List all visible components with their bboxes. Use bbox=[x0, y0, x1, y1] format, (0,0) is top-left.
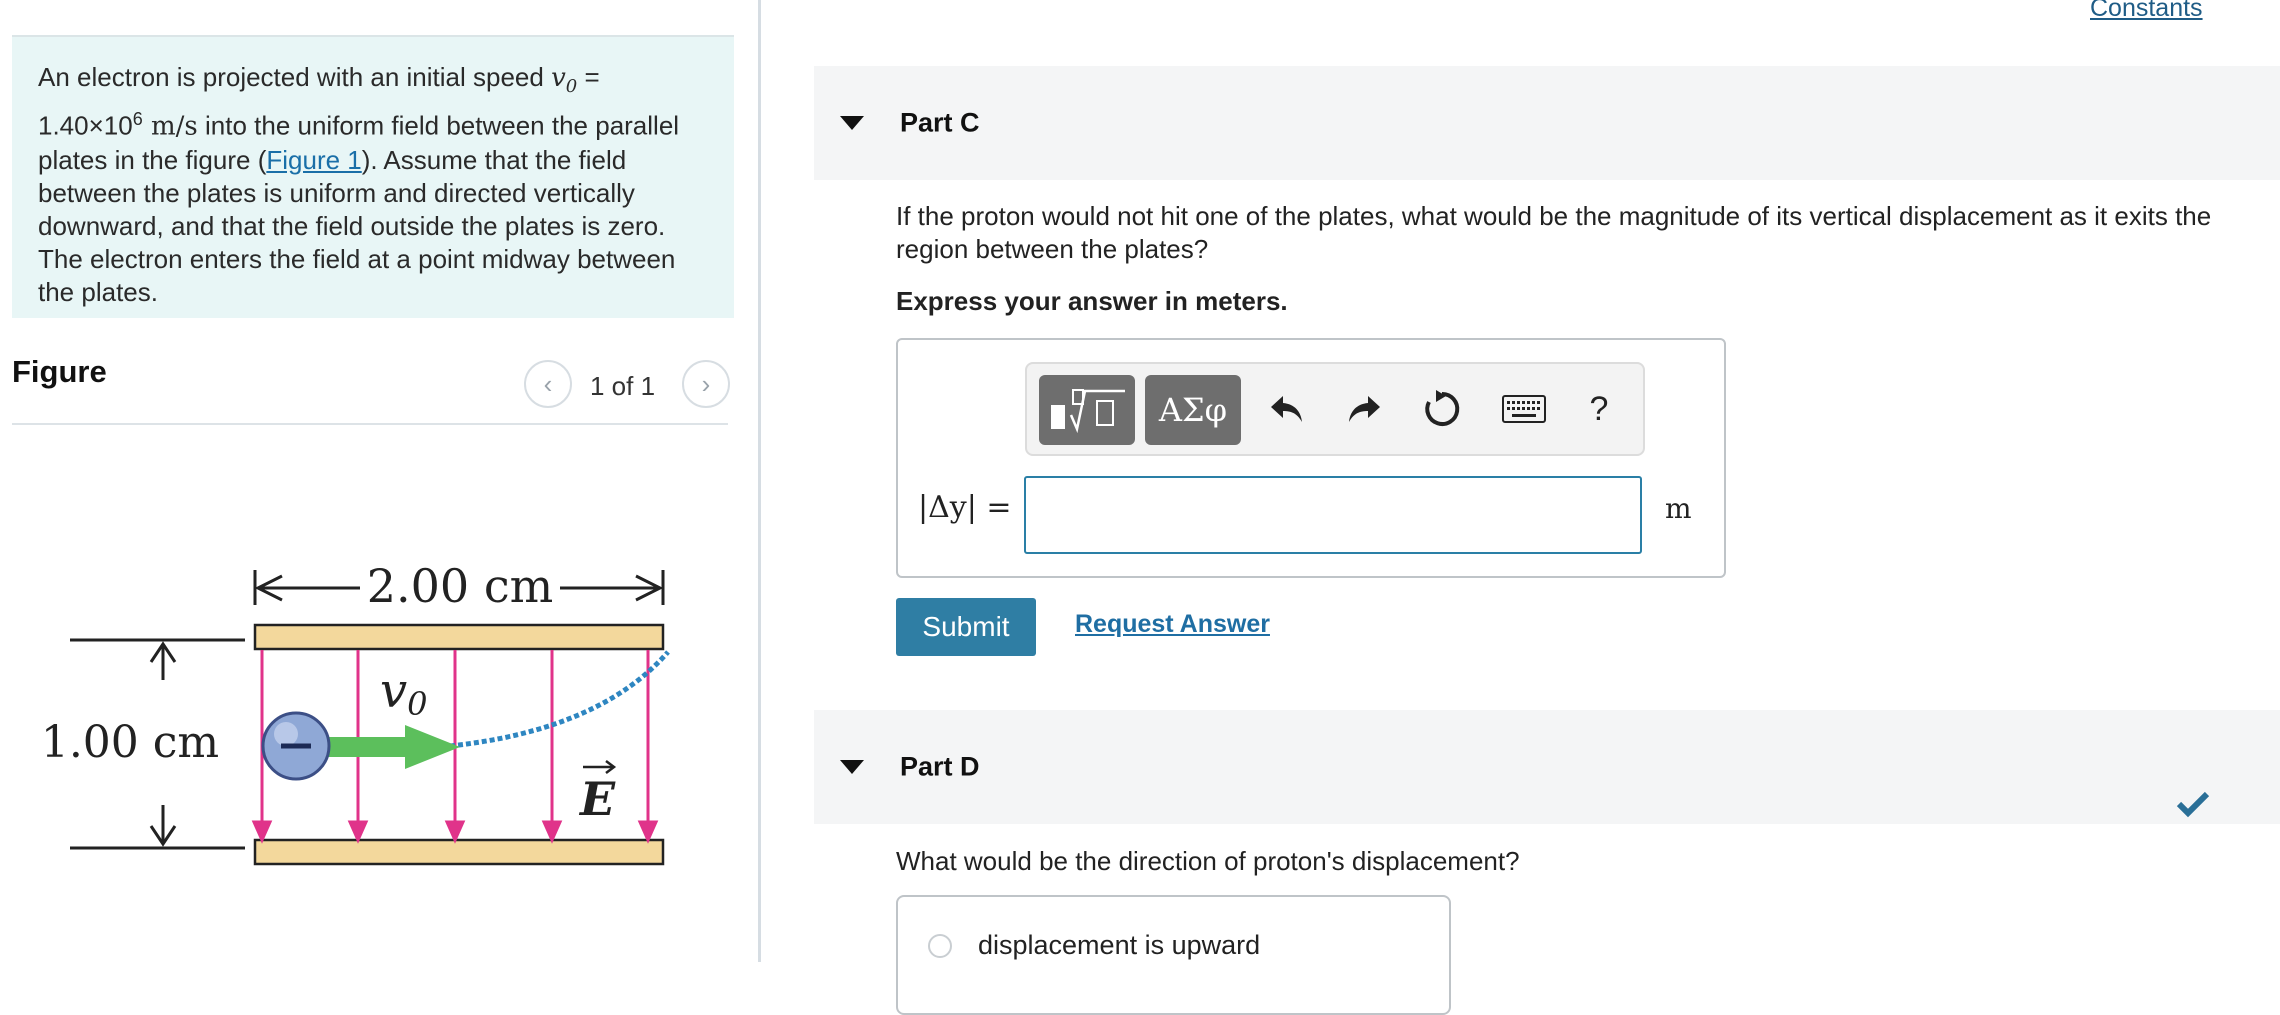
velocity-arrow bbox=[325, 737, 410, 757]
reset-icon bbox=[1425, 390, 1460, 426]
prev-figure-button[interactable]: ‹ bbox=[524, 360, 572, 408]
choice-label[interactable]: displacement is upward bbox=[978, 930, 1260, 961]
answer-input[interactable] bbox=[1024, 476, 1642, 554]
part-c-question: If the proton would not hit one of the p… bbox=[896, 201, 2212, 264]
unit-label: m bbox=[1665, 492, 1692, 525]
figure-link[interactable]: Figure 1 bbox=[266, 145, 361, 175]
part-d-question: What would be the direction of proton's … bbox=[896, 846, 1520, 876]
redo-button[interactable] bbox=[1339, 384, 1389, 434]
help-button[interactable]: ? bbox=[1574, 384, 1624, 434]
gap-label: 1.00 cm bbox=[41, 717, 219, 768]
fraction-root-template-icon bbox=[1051, 389, 1125, 434]
math-toolbar: ΑΣφ ? bbox=[1025, 362, 1645, 456]
next-figure-button[interactable]: › bbox=[682, 360, 730, 408]
collapse-arrow-icon[interactable] bbox=[840, 116, 864, 130]
part-d-header[interactable]: Part D bbox=[814, 710, 2280, 824]
velocity-arrowhead bbox=[405, 725, 460, 769]
exponent: 6 bbox=[132, 109, 143, 130]
v0-symbol: v0 bbox=[551, 63, 578, 98]
request-answer-link[interactable]: Request Answer bbox=[1075, 610, 1270, 639]
electron-path bbox=[449, 650, 670, 749]
collapse-arrow-icon[interactable] bbox=[840, 760, 864, 774]
reset-button[interactable] bbox=[1417, 384, 1467, 434]
top-plate bbox=[253, 623, 665, 651]
part-d-title: Part D bbox=[900, 751, 980, 782]
radio-button[interactable] bbox=[928, 934, 952, 958]
checkmark-icon bbox=[2176, 791, 2210, 818]
field-label: E bbox=[578, 772, 616, 826]
keyboard-button[interactable] bbox=[1494, 384, 1554, 434]
velocity-label: v0 bbox=[380, 663, 427, 723]
constants-link[interactable]: Constants bbox=[2090, 0, 2203, 23]
figure-divider bbox=[12, 423, 728, 425]
redo-icon bbox=[1349, 396, 1380, 422]
problem-statement: An electron is projected with an initial… bbox=[12, 35, 734, 318]
figure-image: 2.00 cm 1.00 cm v0 E bbox=[41, 559, 670, 866]
choices-box: displacement is upward bbox=[896, 895, 1451, 1015]
length-label: 2.00 cm bbox=[367, 559, 553, 613]
part-c-title: Part C bbox=[900, 107, 980, 138]
bottom-plate bbox=[253, 838, 665, 866]
undo-icon bbox=[1271, 396, 1302, 422]
figure-page-count: 1 of 1 bbox=[590, 371, 656, 401]
answer-box: ΑΣφ ? |Δy| = m bbox=[896, 338, 1726, 578]
variable-label: |Δy| = bbox=[918, 490, 1012, 525]
greek-symbols-button[interactable]: ΑΣφ bbox=[1145, 375, 1241, 445]
pane-divider[interactable] bbox=[758, 0, 761, 962]
undo-button[interactable] bbox=[1262, 384, 1312, 434]
templates-button[interactable] bbox=[1039, 375, 1135, 445]
keyboard-icon bbox=[1502, 395, 1546, 423]
submit-button[interactable]: Submit bbox=[896, 598, 1036, 656]
chevron-left-icon: ‹ bbox=[543, 368, 553, 399]
part-c-header[interactable]: Part C bbox=[814, 66, 2280, 180]
chevron-right-icon: › bbox=[701, 368, 711, 399]
unit: m/s bbox=[142, 111, 198, 142]
part-c-instruction: Express your answer in meters. bbox=[896, 286, 1288, 316]
figure-title: Figure bbox=[12, 354, 107, 389]
problem-text: An electron is projected with an initial… bbox=[38, 62, 552, 92]
problem-pane: An electron is projected with an initial… bbox=[0, 0, 760, 962]
